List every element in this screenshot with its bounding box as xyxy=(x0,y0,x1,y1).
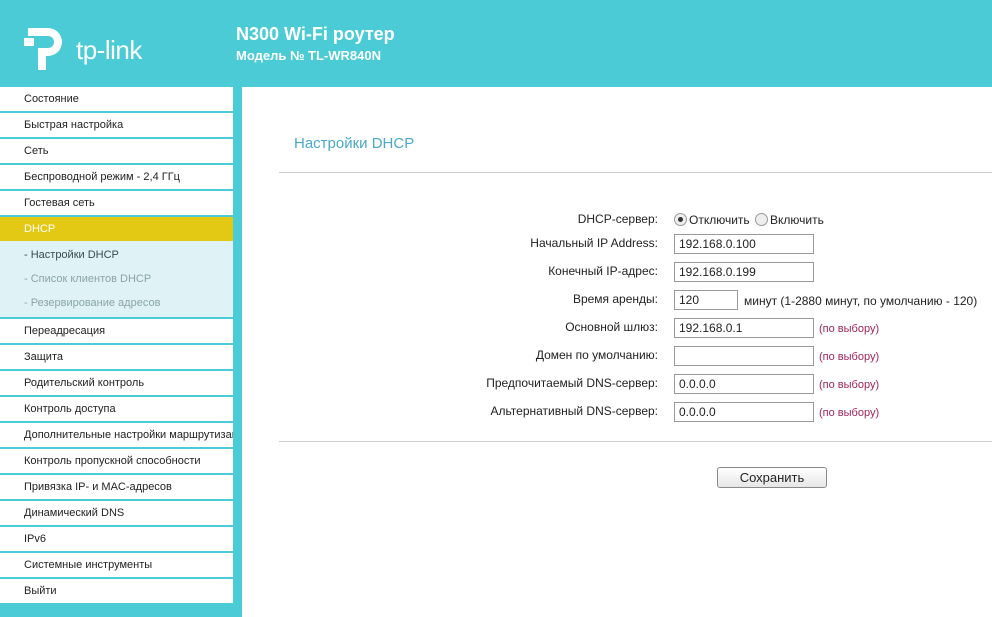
dhcp-server-label: DHCP-сервер: xyxy=(577,212,658,226)
start-ip-label: Начальный IP Address: xyxy=(530,236,658,250)
sidebar-item-dynamic-dns[interactable]: Динамический DNS xyxy=(0,501,233,527)
submenu-item-dhcp-settings[interactable]: - Настройки DHCP xyxy=(0,243,233,267)
sidebar-item-ip-mac-binding[interactable]: Привязка IP- и MAC-адресов xyxy=(0,475,233,501)
domain-input[interactable] xyxy=(674,346,814,366)
logo-text: tp-link xyxy=(76,35,142,65)
page-title: Настройки DHCP xyxy=(294,135,415,152)
lease-time-note: минут (1-2880 минут, по умолчанию - 120) xyxy=(744,294,978,308)
sidebar-item-dhcp[interactable]: DHCP xyxy=(0,217,233,241)
tp-link-logo-icon xyxy=(24,28,62,70)
dhcp-server-radio-group: Отключить Включить xyxy=(674,213,824,227)
sidebar-item-bandwidth-control[interactable]: Контроль пропускной способности xyxy=(0,449,233,475)
sidebar-item-logout[interactable]: Выйти xyxy=(0,579,233,605)
dns1-input[interactable] xyxy=(674,374,814,394)
sidebar-item-wireless[interactable]: Беспроводной режим - 2,4 ГГц xyxy=(0,165,233,191)
sidebar: Состояние Быстрая настройка Сеть Беспров… xyxy=(0,87,242,617)
dhcp-off-label[interactable]: Отключить xyxy=(689,213,750,227)
divider-bottom xyxy=(279,441,992,442)
sidebar-item-parental-control[interactable]: Родительский контроль xyxy=(0,371,233,397)
dhcp-on-label[interactable]: Включить xyxy=(770,213,824,227)
router-title: N300 Wi-Fi роутер xyxy=(236,24,395,44)
submenu-item-dhcp-clients[interactable]: - Список клиентов DHCP xyxy=(0,267,233,291)
gateway-input[interactable] xyxy=(674,318,814,338)
end-ip-label: Конечный IP-адрес: xyxy=(548,264,658,278)
dns2-optional-hint: (по выбору) xyxy=(819,407,880,419)
dhcp-submenu: - Настройки DHCP - Список клиентов DHCP … xyxy=(0,241,233,319)
gateway-label: Основной шлюз: xyxy=(565,320,658,334)
sidebar-item-network[interactable]: Сеть xyxy=(0,139,233,165)
end-ip-input[interactable] xyxy=(674,262,814,282)
dns2-input[interactable] xyxy=(674,402,814,422)
main-content: Настройки DHCP DHCP-сервер: Отключить Вк… xyxy=(242,87,992,617)
sidebar-item-access-control[interactable]: Контроль доступа xyxy=(0,397,233,423)
submenu-item-address-reservation[interactable]: - Резервирование адресов xyxy=(0,291,233,315)
gateway-optional-hint: (по выбору) xyxy=(819,323,880,335)
dns2-label: Альтернативный DNS-сервер: xyxy=(490,404,658,418)
lease-time-input[interactable] xyxy=(674,290,738,310)
dns1-label: Предпочитаемый DNS-сервер: xyxy=(486,376,658,390)
header-bar: tp-link N300 Wi-Fi роутер Модель № TL-WR… xyxy=(0,0,992,87)
save-button[interactable]: Сохранить xyxy=(717,467,827,488)
sidebar-item-security[interactable]: Защита xyxy=(0,345,233,371)
model-number: Модель № TL-WR840N xyxy=(236,48,381,63)
sidebar-item-quick-setup[interactable]: Быстрая настройка xyxy=(0,113,233,139)
start-ip-input[interactable] xyxy=(674,234,814,254)
dns1-optional-hint: (по выбору) xyxy=(819,379,880,391)
divider-top xyxy=(279,172,992,173)
tp-link-logo: tp-link xyxy=(24,24,164,76)
sidebar-item-ipv6[interactable]: IPv6 xyxy=(0,527,233,553)
sidebar-item-forwarding[interactable]: Переадресация xyxy=(0,319,233,345)
dhcp-on-radio[interactable] xyxy=(755,213,768,226)
sidebar-item-advanced-routing[interactable]: Дополнительные настройки маршрутизации xyxy=(0,423,233,449)
domain-label: Домен по умолчанию: xyxy=(535,348,658,362)
dhcp-off-radio[interactable] xyxy=(674,213,687,226)
lease-time-label: Время аренды: xyxy=(572,292,658,306)
domain-optional-hint: (по выбору) xyxy=(819,351,880,363)
sidebar-menu: Состояние Быстрая настройка Сеть Беспров… xyxy=(0,87,233,605)
sidebar-item-guest-network[interactable]: Гостевая сеть xyxy=(0,191,233,217)
sidebar-item-status[interactable]: Состояние xyxy=(0,87,233,113)
sidebar-item-system-tools[interactable]: Системные инструменты xyxy=(0,553,233,579)
